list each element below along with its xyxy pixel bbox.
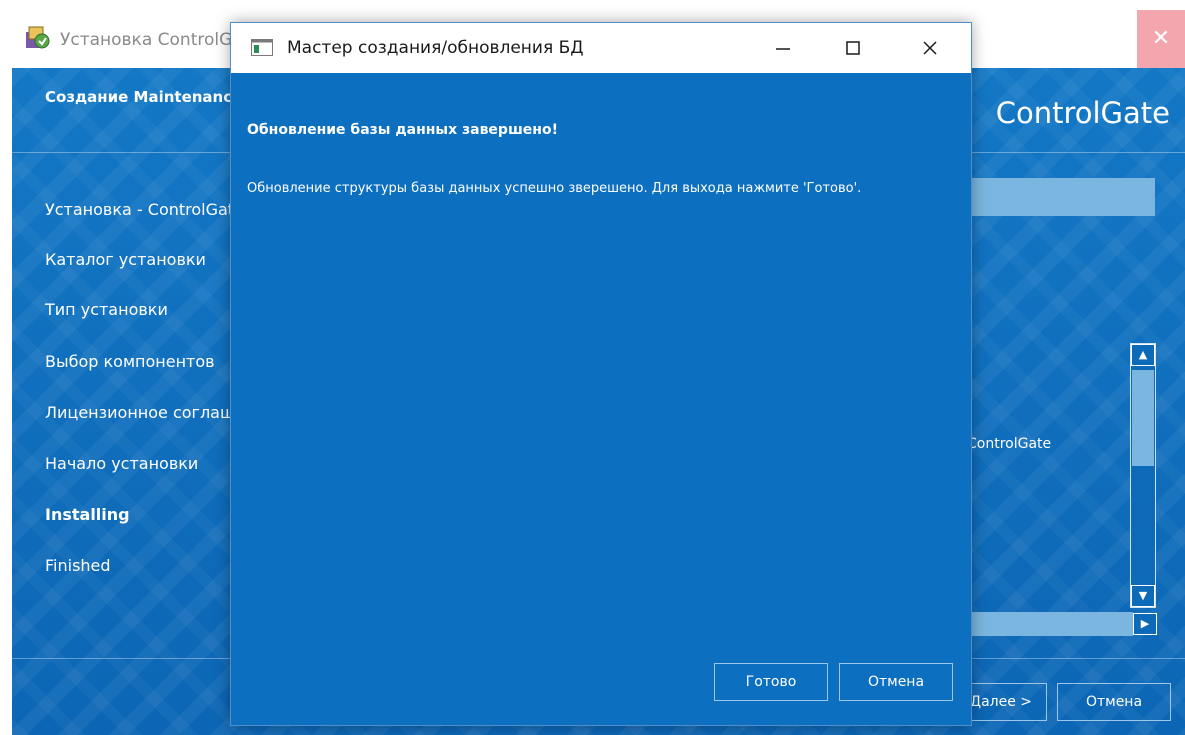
step-item-components: Выбор компонентов xyxy=(45,352,215,371)
install-log-text: ControlGate xyxy=(967,436,1052,452)
log-horizontal-scrollbar[interactable]: ▶ xyxy=(967,612,1157,636)
installer-brand-logo: ControlGate xyxy=(995,96,1170,130)
next-button[interactable]: Далее > xyxy=(967,683,1047,721)
finish-button[interactable]: Готово xyxy=(714,663,828,701)
step-item-install-type: Тип установки xyxy=(45,300,168,319)
arrow-down-icon: ▼ xyxy=(1138,589,1148,602)
scroll-down-button[interactable]: ▼ xyxy=(1131,585,1155,607)
dialog-heading: Обновление базы данных завершено! xyxy=(247,122,558,138)
installer-app-icon xyxy=(26,26,50,49)
scroll-up-button[interactable]: ▲ xyxy=(1131,344,1155,366)
arrow-right-icon: ▶ xyxy=(1140,617,1150,630)
log-vertical-scrollbar[interactable]: ▲ ▼ xyxy=(1130,343,1156,608)
step-item-finished: Finished xyxy=(45,556,111,575)
window-app-icon xyxy=(251,39,273,56)
dialog-titlebar: Мастер создания/обновления БД xyxy=(231,23,971,73)
scroll-right-button[interactable]: ▶ xyxy=(1133,613,1157,635)
cancel-button[interactable]: Отмена xyxy=(839,663,953,701)
step-item-target-directory: Каталог установки xyxy=(45,250,206,269)
arrow-up-icon: ▲ xyxy=(1138,348,1148,361)
installer-cancel-button[interactable]: Отмена xyxy=(1057,683,1171,721)
maximize-button[interactable] xyxy=(826,23,880,73)
db-wizard-dialog: Мастер создания/обновления БД Обновление… xyxy=(230,22,972,726)
step-item-ready: Начало установки xyxy=(45,454,199,473)
close-button[interactable] xyxy=(903,23,957,73)
installer-close-button[interactable]: ✕ xyxy=(1137,10,1185,68)
scrollbar-thumb[interactable] xyxy=(1132,370,1154,466)
close-icon: ✕ xyxy=(1151,26,1171,51)
maximize-icon xyxy=(846,41,860,55)
step-item-welcome: Установка - ControlGate xyxy=(45,200,244,219)
dialog-message: Обновление структуры базы данных успешно… xyxy=(247,181,862,196)
minimize-button[interactable] xyxy=(756,23,810,73)
close-icon xyxy=(923,41,937,55)
installation-progress-bar xyxy=(957,178,1155,216)
dialog-title: Мастер создания/обновления БД xyxy=(287,38,584,58)
step-item-installing: Installing xyxy=(45,505,130,524)
minimize-icon xyxy=(776,48,790,50)
